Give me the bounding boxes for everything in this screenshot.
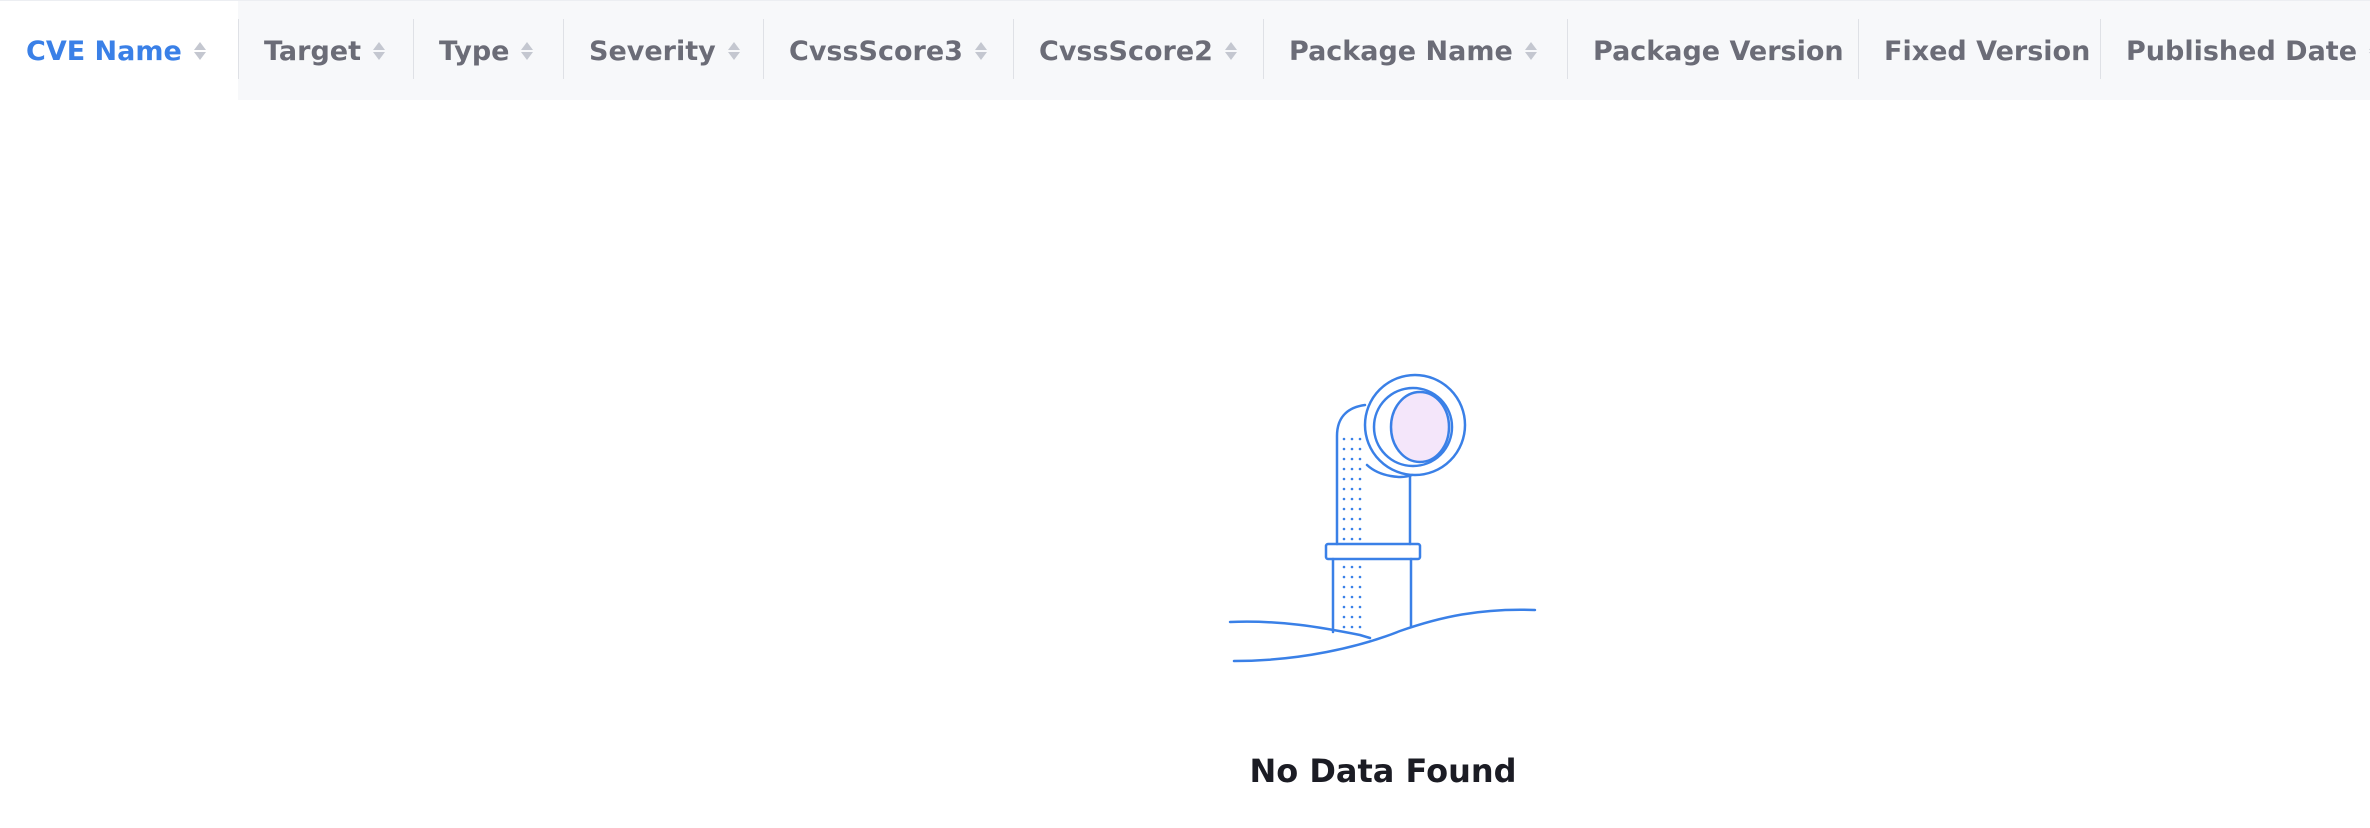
column-header-package-name[interactable]: Package Name (1263, 1, 1567, 101)
column-header-fixed-version[interactable]: Fixed Version (1858, 1, 2100, 101)
column-label: Published Date (2126, 35, 2358, 67)
sort-icon[interactable] (521, 42, 534, 60)
column-label: Severity (589, 35, 716, 67)
column-header-cve-name[interactable]: CVE Name (0, 1, 238, 101)
column-header-cvssscore2[interactable]: CvssScore2 (1013, 1, 1263, 101)
sort-icon[interactable] (727, 42, 740, 60)
column-header-severity[interactable]: Severity (563, 1, 763, 101)
column-label: CVE Name (26, 35, 182, 67)
column-header-type[interactable]: Type (413, 1, 563, 101)
column-label: Target (264, 35, 362, 67)
sort-icon[interactable] (974, 42, 987, 60)
column-header-published-date[interactable]: Published Date (2100, 1, 2370, 101)
sort-icon[interactable] (373, 42, 386, 60)
sort-icon[interactable] (193, 42, 206, 60)
table-header: CVE Name Target Type Severity CvssScore3… (0, 0, 2370, 101)
periscope-icon (1228, 373, 1537, 663)
sort-icon[interactable] (1224, 42, 1237, 60)
empty-state-message: No Data Found (1249, 752, 1517, 790)
column-header-target[interactable]: Target (238, 1, 413, 101)
column-label: Fixed Version (1884, 35, 2091, 67)
column-header-package-version[interactable]: Package Version (1567, 1, 1858, 101)
column-label: Package Version (1593, 35, 1844, 67)
column-label: Package Name (1289, 35, 1513, 67)
column-label: Type (439, 35, 510, 67)
column-label: CvssScore3 (789, 35, 963, 67)
sort-icon[interactable] (1524, 42, 1537, 60)
column-label: CvssScore2 (1039, 35, 1213, 67)
column-header-cvssscore3[interactable]: CvssScore3 (763, 1, 1013, 101)
